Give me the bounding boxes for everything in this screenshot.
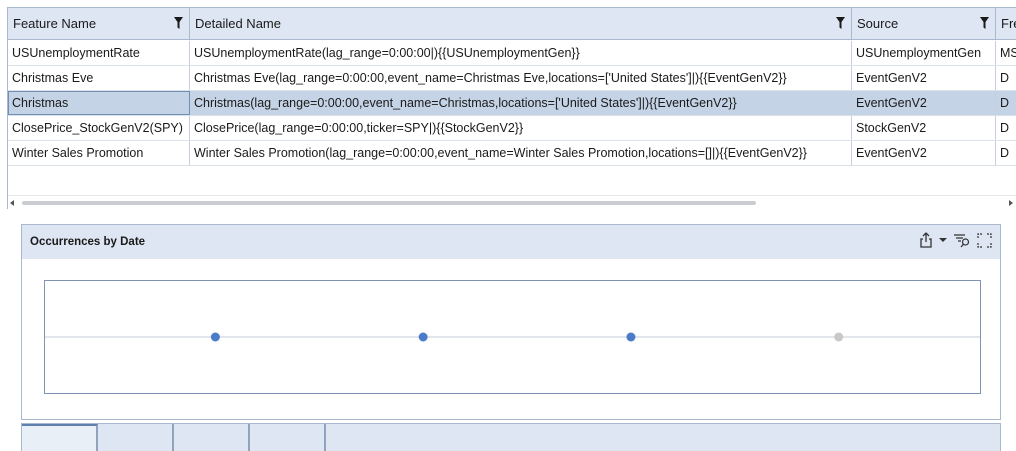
table-row[interactable]: ClosePrice_StockGenV2(SPY) ClosePrice(la… [8, 116, 1016, 141]
column-header-label: Fre [1001, 16, 1016, 31]
table-row[interactable]: Christmas Eve Christmas Eve(lag_range=0:… [8, 66, 1016, 91]
share-icon[interactable] [919, 232, 933, 248]
column-header-frequency[interactable]: Fre [996, 8, 1016, 39]
cell-feature-name[interactable]: ClosePrice_StockGenV2(SPY) [8, 116, 190, 140]
table-row[interactable]: USUnemploymentRate USUnemploymentRate(la… [8, 41, 1016, 66]
cell-frequency[interactable]: MS [996, 41, 1016, 65]
grid-header: Feature Name Detailed Name Source Fre [8, 8, 1016, 40]
feature-grid: Feature Name Detailed Name Source Fre US… [7, 7, 1016, 209]
column-header-label: Detailed Name [195, 16, 281, 31]
plot-area [44, 280, 981, 394]
filter-icon[interactable] [980, 17, 989, 29]
data-point-4[interactable] [834, 332, 844, 342]
table-row-selected[interactable]: Christmas Christmas(lag_range=0:00:00,ev… [8, 91, 1016, 116]
scrollbar-thumb[interactable] [22, 201, 756, 205]
data-point-1[interactable] [210, 332, 220, 342]
horizontal-scrollbar[interactable] [8, 195, 1016, 209]
scroll-left-icon[interactable] [10, 200, 14, 206]
tab-4[interactable] [250, 424, 326, 451]
occurrences-chart-panel: Occurrences by Date [21, 224, 1001, 420]
chevron-down-icon[interactable] [939, 237, 947, 243]
column-header-feature-name[interactable]: Feature Name [8, 8, 190, 39]
cell-feature-name[interactable]: Christmas [8, 91, 190, 115]
panel-title: Occurrences by Date [30, 236, 146, 248]
cell-source[interactable]: EventGenV2 [852, 91, 996, 115]
cell-source[interactable]: EventGenV2 [852, 66, 996, 90]
cell-detailed-name[interactable]: USUnemploymentRate(lag_range=0:00:00|){{… [190, 41, 852, 65]
column-header-label: Feature Name [13, 16, 97, 31]
tab-2[interactable] [98, 424, 174, 451]
filter-search-icon[interactable] [953, 232, 971, 248]
scroll-right-icon[interactable] [1009, 200, 1013, 206]
scatter-chart [45, 332, 980, 342]
cell-source[interactable]: USUnemploymentGen [852, 41, 996, 65]
column-header-detailed-name[interactable]: Detailed Name [190, 8, 852, 39]
cell-frequency[interactable]: D [996, 66, 1016, 90]
data-point-3[interactable] [626, 332, 636, 342]
data-point-2[interactable] [418, 332, 428, 342]
expand-icon[interactable] [977, 232, 992, 248]
column-header-source[interactable]: Source [852, 8, 996, 39]
column-header-label: Source [857, 16, 899, 31]
cell-feature-name[interactable]: Christmas Eve [8, 66, 190, 90]
cell-frequency[interactable]: D [996, 91, 1016, 115]
panel-header: Occurrences by Date [22, 225, 1000, 259]
cell-frequency[interactable]: D [996, 141, 1016, 165]
filter-icon[interactable] [174, 17, 183, 29]
cell-detailed-name[interactable]: ClosePrice(lag_range=0:00:00,ticker=SPY|… [190, 116, 852, 140]
panel-toolbar [919, 232, 992, 248]
table-row[interactable]: Winter Sales Promotion Winter Sales Prom… [8, 141, 1016, 166]
cell-frequency[interactable]: D [996, 116, 1016, 140]
tab-3[interactable] [174, 424, 250, 451]
cell-feature-name[interactable]: Winter Sales Promotion [8, 141, 190, 165]
cell-source[interactable]: StockGenV2 [852, 116, 996, 140]
bottom-tab-strip [21, 423, 1001, 451]
filter-icon[interactable] [836, 17, 845, 29]
cell-detailed-name[interactable]: Christmas(lag_range=0:00:00,event_name=C… [190, 91, 852, 115]
cell-feature-name[interactable]: USUnemploymentRate [8, 41, 190, 65]
tab-1[interactable] [22, 424, 98, 451]
cell-detailed-name[interactable]: Winter Sales Promotion(lag_range=0:00:00… [190, 141, 852, 165]
cell-detailed-name[interactable]: Christmas Eve(lag_range=0:00:00,event_na… [190, 66, 852, 90]
cell-source[interactable]: EventGenV2 [852, 141, 996, 165]
